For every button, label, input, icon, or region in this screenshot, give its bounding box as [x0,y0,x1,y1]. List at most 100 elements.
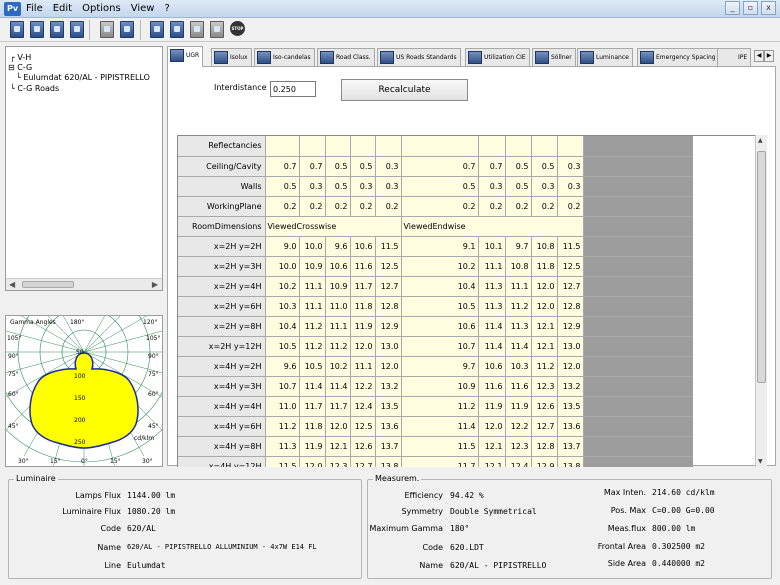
app-icon: Pv [4,2,21,16]
ugr-empty-cell [583,176,693,197]
menu-options[interactable]: Options [82,0,121,18]
pos-max-label: Pos. Max [610,506,646,515]
ugr-empty-cell [583,216,693,237]
print-icon[interactable] [70,21,84,38]
ugr-vertical-scrollbar[interactable]: ▲ ▼ [755,135,767,467]
ugr-cell-crosswise: 0.3 [375,156,402,177]
luminaire-flux-label: Luminaire Flux [62,507,121,516]
tree-item-eulumdat[interactable]: └ Eulumdat 620/AL - PIPISTRELLO [16,73,150,82]
ugr-cell-endwise: 10.3 [505,356,532,377]
ugr-row: x=2H y=12H 10.5 11.2 11.2 12.0 13.0 10.7 11.4 11… [178,336,693,357]
recalculate-button[interactable]: Recalculate [341,79,468,101]
ugr-cell-endwise: 12.4 [505,456,532,467]
calc-icon[interactable] [150,21,164,38]
ugr-cell-crosswise: 11.4 [299,376,326,397]
ugr-empty-cell [583,276,693,297]
ugr-row-header: Reflectancies [178,136,266,157]
stop-button[interactable]: STOP [230,21,245,36]
ugr-cell-endwise: 0.2 [531,196,558,217]
ugr-empty-cell [583,456,693,467]
disabled-tool-icon[interactable] [210,21,224,38]
tab-road-class[interactable]: Road Class. [317,48,375,66]
ugr-row-header: x=4H y=12H [178,456,266,467]
ugr-row-header: x=4H y=6H [178,416,266,437]
meas-code-label: Code [422,543,443,552]
export-gray-icon[interactable] [100,21,114,38]
tree-horizontal-scrollbar[interactable]: ◀ ▶ [6,278,162,290]
menu-view[interactable]: View [131,0,155,18]
max-intensity-value: 214.60 cd/klm [652,488,715,497]
viewed-crosswise-label: ViewedCrosswise [265,216,402,237]
scroll-down-icon[interactable]: ▼ [758,458,763,465]
ugr-cell-endwise: 0.5 [401,176,479,197]
ugr-empty-cell [583,236,693,257]
ugr-cell-crosswise: 0.2 [299,196,326,217]
polar-radial-label: 100 [74,373,86,380]
tab-scroll-right-icon[interactable]: ▶ [764,50,774,62]
ugr-cell-endwise: 13.0 [557,336,584,357]
menu-edit[interactable]: Edit [53,0,72,18]
tab-sollner[interactable]: Söllner [532,48,576,66]
tree-item-vh[interactable]: ┌ V-H [10,53,31,62]
restore-button[interactable]: ▫ [743,1,758,15]
meas-flux-label: Meas.flux [607,524,646,533]
table-icon[interactable] [170,21,184,38]
disabled-tool-icon[interactable] [190,21,204,38]
ugr-row-header: x=4H y=8H [178,436,266,457]
tree-item-cg-roads[interactable]: └ C-G Roads [10,84,59,93]
tab-us-roads-standards[interactable]: US Roads Standards [377,48,461,66]
tab-ipe[interactable]: IPE [717,48,752,66]
ugr-cell-crosswise: 12.6 [350,436,376,457]
scroll-thumb[interactable] [757,151,766,383]
polar-angle-left: 105° [7,335,21,342]
ugr-cell-crosswise: 9.0 [265,236,300,257]
scroll-left-icon[interactable]: ◀ [9,280,15,289]
ugr-cell-crosswise: 11.1 [299,296,326,317]
ugr-cell-endwise: 12.3 [505,436,532,457]
ugr-cell-endwise: 11.2 [401,396,479,417]
viewed-endwise-label: ViewedEndwise [401,216,584,237]
menu-file[interactable]: File [26,0,43,18]
ugr-cell-crosswise: 10.7 [265,376,300,397]
ugr-cell-endwise: 0.3 [557,156,584,177]
ugr-row: x=4H y=6H 11.2 11.8 12.0 12.5 13.6 11.4 12.0 12.… [178,416,693,437]
polar-angle-left: 90° [8,353,19,360]
ugr-row: x=2H y=6H 10.3 11.1 11.0 11.8 12.8 10.5 11.3 11.… [178,296,693,317]
tab-ugr[interactable]: UGR [167,46,204,67]
polar-radial-label: 250 [74,439,86,446]
ugr-cell-endwise: 11.6 [478,376,506,397]
ugr-cell-endwise: 10.1 [478,236,506,257]
tab-emergency-spacing[interactable]: Emergency Spacing [637,48,720,66]
close-button[interactable]: x [761,1,776,15]
tab-utilization-cie[interactable]: Utilization CIE [465,48,530,66]
ugr-cell-crosswise: 12.7 [350,456,376,467]
save-file-icon[interactable] [50,21,64,38]
ugr-empty-cell [583,356,693,377]
tab-scroll-left-icon[interactable]: ◀ [754,50,764,62]
menu-help[interactable]: ? [164,0,169,18]
polar-angle-right: 75° [148,371,159,378]
measurement-group-title: Measurem. [373,474,422,483]
ugr-cell-crosswise: 11.9 [299,436,326,457]
new-file-icon[interactable] [10,21,24,38]
scroll-right-icon[interactable]: ▶ [152,280,158,289]
polar-angle-bottom: 15° [50,458,61,465]
scroll-up-icon[interactable]: ▲ [758,137,763,144]
ugr-cell-crosswise: 0.3 [350,176,376,197]
ugr-cell-crosswise: 0.5 [325,176,351,197]
tree-item-cg[interactable]: ⊟ C-G [8,63,32,72]
report-icon[interactable] [120,21,134,38]
scroll-thumb[interactable] [22,281,74,288]
ugr-empty-cell [583,376,693,397]
meas-code-value: 620.LDT [450,543,484,552]
tab-iso-candelas[interactable]: Iso-candelas [254,48,315,66]
ugr-cell-crosswise: 10.5 [265,336,300,357]
ugr-empty-cell [583,156,693,177]
open-file-icon[interactable] [30,21,44,38]
tab-isolux[interactable]: Isolux [211,48,252,66]
interdistance-input[interactable] [270,81,316,97]
ugr-cell-crosswise: 12.2 [350,376,376,397]
ugr-cell-crosswise [299,136,326,157]
minimize-button[interactable]: _ [725,1,740,15]
tab-luminance[interactable]: Luminance [577,48,633,66]
